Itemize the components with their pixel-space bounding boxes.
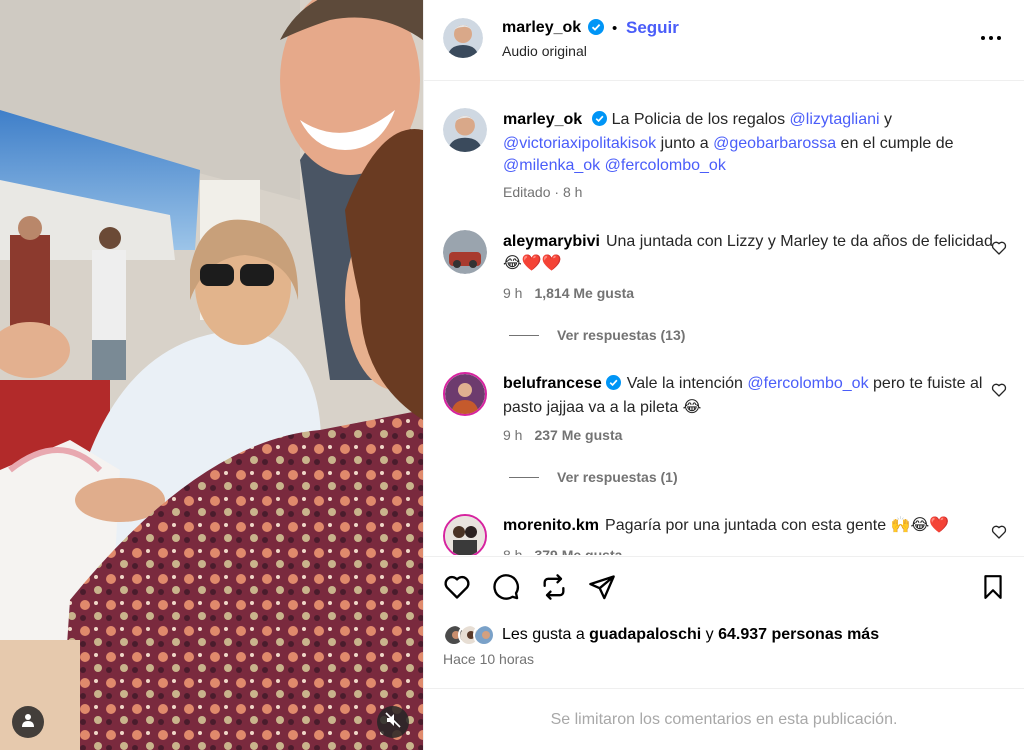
video-frame-image xyxy=(0,0,423,750)
comment-text: morenito.km Pagaría por una juntada con e… xyxy=(503,515,995,537)
comments-list[interactable]: marley_ok La Policia de los regalos @liz… xyxy=(424,82,1024,555)
meta-separator: · xyxy=(550,184,563,200)
liker-username[interactable]: guadapaloschi xyxy=(589,626,701,643)
comment-item: morenito.km Pagaría por una juntada con e… xyxy=(424,510,1024,555)
caption-text-part: La Policia de los regalos xyxy=(611,111,790,128)
comment-meta: 9 h 1,814 Me gusta xyxy=(503,285,634,301)
separator-dot: • xyxy=(612,20,618,37)
comment-text: aleymarybivi Una juntada con Lizzy y Marl… xyxy=(503,231,995,275)
comment-likes[interactable]: 379 Me gusta xyxy=(534,547,622,555)
post-header: marley_ok • Seguir Audio original xyxy=(424,0,1024,81)
follow-button[interactable]: Seguir xyxy=(626,18,679,38)
commenter-avatar[interactable] xyxy=(443,230,487,274)
replies-line xyxy=(509,334,539,336)
tagged-users-button[interactable] xyxy=(12,706,44,738)
mention-link[interactable]: @geobarbarossa xyxy=(713,135,836,152)
caption-meta: Editado · 8 h xyxy=(503,184,582,200)
comments-limited-notice: Se limitaron los comentarios en esta pub… xyxy=(424,688,1024,750)
commenter-username[interactable]: aleymarybivi xyxy=(503,233,600,250)
repost-icon[interactable] xyxy=(539,572,569,602)
caption-text-part: y xyxy=(879,111,893,128)
verified-badge-icon xyxy=(605,375,621,397)
comment-meta: 9 h 237 Me gusta xyxy=(503,427,622,443)
post-media-video[interactable] xyxy=(0,0,423,750)
commenter-username[interactable]: morenito.km xyxy=(503,517,599,534)
like-comment-heart-icon[interactable] xyxy=(991,240,1009,258)
caption-avatar[interactable] xyxy=(443,108,487,152)
commenter-avatar[interactable] xyxy=(443,514,487,555)
comment-body: Pagaría por una juntada con esta gente 🙌… xyxy=(605,517,950,534)
commenter-username[interactable]: belufrancese xyxy=(503,375,602,392)
view-replies-button[interactable]: Ver respuestas (1) xyxy=(509,469,678,485)
commenter-avatar[interactable] xyxy=(443,372,487,416)
replies-line xyxy=(509,476,539,478)
post-time-ago[interactable]: Hace 10 horas xyxy=(443,651,534,667)
view-replies-button[interactable]: Ver respuestas (13) xyxy=(509,327,685,343)
muted-speaker-icon xyxy=(385,711,401,733)
mention-link[interactable]: @milenka_ok xyxy=(503,157,600,174)
likes-count[interactable]: 64.937 personas más xyxy=(718,626,879,643)
comment-likes[interactable]: 1,814 Me gusta xyxy=(534,285,634,301)
comment-body: Vale la intención xyxy=(626,375,748,392)
caption-text-part: junto a xyxy=(656,135,714,152)
comment-item: belufrancese Vale la intención @fercolomb… xyxy=(424,368,1024,488)
comment-meta: 8 h 379 Me gusta xyxy=(503,547,622,555)
like-comment-heart-icon[interactable] xyxy=(991,382,1009,400)
caption-time[interactable]: 8 h xyxy=(563,184,582,200)
mention-link[interactable]: @fercolombo_ok xyxy=(747,375,868,392)
post-actions: Les gusta a guadapaloschi y 64.937 perso… xyxy=(424,556,1024,687)
more-options-icon[interactable] xyxy=(979,26,1003,50)
likes-text: Les gusta a guadapaloschi y 64.937 perso… xyxy=(502,626,879,644)
view-replies-label: Ver respuestas (13) xyxy=(557,327,686,343)
likes-prefix: Les gusta a xyxy=(502,626,590,643)
comment-item: aleymarybivi Una juntada con Lizzy y Marl… xyxy=(424,226,1024,346)
audio-label[interactable]: Audio original xyxy=(502,43,587,59)
user-tag-icon xyxy=(21,713,35,732)
comment-time[interactable]: 9 h xyxy=(503,285,522,301)
comment-icon[interactable] xyxy=(491,572,521,602)
comment-text: belufrancese Vale la intención @fercolomb… xyxy=(503,373,995,419)
comment-time[interactable]: 8 h xyxy=(503,547,522,555)
share-icon[interactable] xyxy=(587,572,617,602)
mention-link[interactable]: @victoriaxipolitakisok xyxy=(503,135,656,152)
liker-avatar xyxy=(473,624,495,646)
mention-link[interactable]: @lizytagliani xyxy=(790,111,880,128)
comment-time[interactable]: 9 h xyxy=(503,427,522,443)
author-avatar[interactable] xyxy=(443,18,483,58)
post-details-panel: marley_ok • Seguir Audio original marley… xyxy=(423,0,1024,750)
comment-likes[interactable]: 237 Me gusta xyxy=(534,427,622,443)
caption-username[interactable]: marley_ok xyxy=(503,111,582,128)
verified-badge-icon xyxy=(588,19,604,40)
audio-toggle-button[interactable] xyxy=(377,706,409,738)
caption-text: marley_ok La Policia de los regalos @liz… xyxy=(503,109,995,177)
edited-label: Editado xyxy=(503,184,551,200)
bookmark-icon[interactable] xyxy=(978,572,1008,602)
post-caption: marley_ok La Policia de los regalos @liz… xyxy=(424,104,1024,204)
heart-icon[interactable] xyxy=(442,572,472,602)
like-comment-heart-icon[interactable] xyxy=(991,524,1009,542)
author-username[interactable]: marley_ok xyxy=(502,19,581,37)
likes-conjunction: y xyxy=(701,626,719,643)
mention-link[interactable]: @fercolombo_ok xyxy=(605,157,726,174)
verified-badge-icon xyxy=(592,111,608,133)
caption-text-part: en el cumple de xyxy=(836,135,954,152)
likes-summary[interactable]: Les gusta a guadapaloschi y 64.937 perso… xyxy=(443,622,879,648)
view-replies-label: Ver respuestas (1) xyxy=(557,469,678,485)
